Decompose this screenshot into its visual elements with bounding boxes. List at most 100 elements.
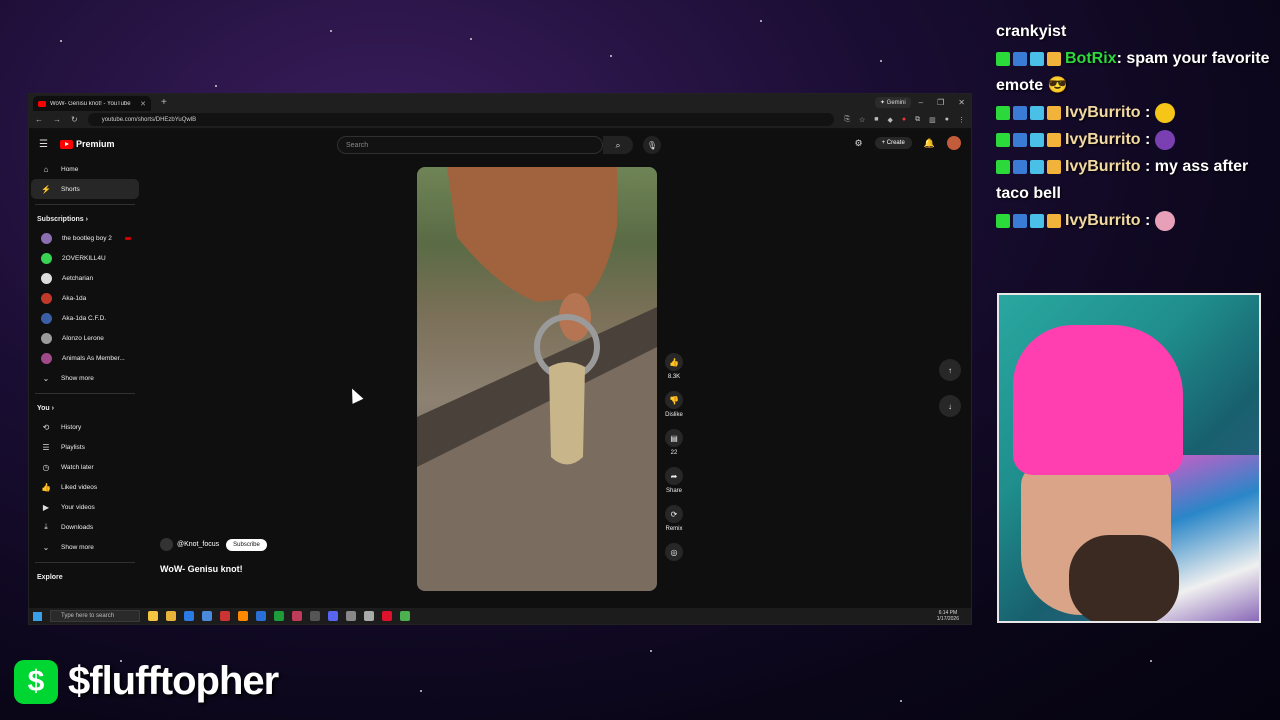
you-heading[interactable]: You › (29, 399, 141, 417)
youtube-logo[interactable]: Premium (59, 139, 114, 149)
copilot-icon[interactable] (148, 611, 158, 621)
channel-avatar[interactable] (160, 538, 173, 551)
sidebar-item-history[interactable]: ⟲ History (31, 417, 139, 437)
dislike-button[interactable]: 👎 (665, 391, 683, 409)
extension-icon[interactable]: ◆ (888, 116, 893, 124)
sidebar-item-label: the bootleg boy 2 (62, 234, 112, 242)
forward-icon[interactable]: → (53, 115, 61, 124)
create-button[interactable]: + Create (874, 137, 912, 149)
app-icon[interactable] (256, 611, 266, 621)
app-icon[interactable] (364, 611, 374, 621)
reload-icon[interactable]: ↻ (71, 115, 78, 124)
bookmark-star-icon[interactable]: ☆ (859, 116, 865, 124)
sidebar-item-watch-later[interactable]: ◷ Watch later (31, 457, 139, 477)
chat-badge-icon (996, 132, 1010, 147)
show-more-you[interactable]: ⌄ Show more (31, 537, 139, 557)
voice-search-button[interactable]: 🎙 (643, 136, 661, 154)
sidebar-subscription-item[interactable]: Animals As Member... (31, 348, 139, 368)
firefox-icon[interactable] (238, 611, 248, 621)
system-clock[interactable]: 6:14 PM 1/17/2026 (937, 610, 959, 622)
gemini-button[interactable]: ✦ Gemini (874, 97, 911, 108)
opera-icon[interactable] (382, 611, 392, 621)
store-icon[interactable] (202, 611, 212, 621)
chrome-icon[interactable] (400, 611, 410, 621)
extension-icon[interactable]: ● (902, 116, 906, 124)
sidebar-subscription-item[interactable]: Aetcharian (31, 268, 139, 288)
app-icon[interactable] (310, 611, 320, 621)
sidebar-subscription-item[interactable]: the bootleg boy 2 (31, 228, 139, 248)
short-title: WoW- Genisu knot! (160, 564, 243, 574)
notifications-bell-icon[interactable]: 🔔 (924, 138, 935, 149)
sidebar-item-label: Playlists (61, 443, 85, 451)
youtube-header: ☰ Premium Search ⌕ 🎙 ⚙ + Create 🔔 (29, 129, 971, 159)
new-tab-icon[interactable]: + (161, 97, 167, 108)
app-icon[interactable] (292, 611, 302, 621)
next-short-button[interactable]: ↓ (939, 395, 961, 417)
channel-sound-icon: ◎ (670, 547, 678, 557)
extensions-puzzle-icon[interactable]: ⧉ (915, 116, 920, 124)
previous-short-button[interactable]: ↑ (939, 359, 961, 381)
playlists-icon: ☰ (42, 442, 50, 452)
close-tab-icon[interactable]: ✕ (140, 100, 146, 108)
share-button[interactable]: ➦ (665, 467, 683, 485)
short-video-player[interactable] (417, 167, 657, 591)
windows-taskbar: Type here to search 6:14 PM 1/17/2026 (29, 608, 971, 624)
sidebar-item-label: 2OVERKILL4U (62, 254, 106, 262)
show-more-subscriptions[interactable]: ⌄ Show more (31, 368, 139, 388)
chat-badge-icon (1030, 132, 1044, 147)
chat-text: : (1140, 212, 1155, 229)
channel-handle[interactable]: @Knot_focus (177, 541, 219, 548)
chat-badge-icon (1013, 132, 1027, 147)
sidebar-item-home[interactable]: ⌂ Home (31, 159, 139, 179)
app-icon[interactable] (346, 611, 356, 621)
account-avatar[interactable] (947, 136, 961, 150)
search-button[interactable]: ⌕ (603, 136, 633, 154)
sound-avatar[interactable]: ◎ (665, 543, 683, 561)
like-button[interactable]: 👍 (665, 353, 683, 371)
comment-icon: ▤ (670, 433, 678, 443)
sidebar-item-playlists[interactable]: ☰ Playlists (31, 437, 139, 457)
comments-button[interactable]: ▤ (665, 429, 683, 447)
sidebar-item-your-videos[interactable]: ▶ Your videos (31, 497, 139, 517)
close-window-icon[interactable]: ✕ (958, 98, 965, 107)
extension-icon[interactable]: ■ (874, 116, 878, 124)
profile-icon[interactable]: ● (945, 116, 949, 124)
chat-badge-icon (1030, 51, 1044, 66)
restore-icon[interactable]: ❐ (937, 98, 944, 107)
sidebar-icon[interactable]: ▥ (929, 116, 936, 124)
discord-icon[interactable] (328, 611, 338, 621)
show-more-label: Show more (61, 374, 94, 382)
chat-message: IvyBurrito : (996, 99, 1280, 126)
subscribe-button[interactable]: Subscribe (226, 538, 267, 551)
sidebar-subscription-item[interactable]: Aka-1da C.F.D. (31, 308, 139, 328)
browser-tab[interactable]: WoW- Genisu knot! - YouTube ✕ (33, 96, 151, 111)
install-icon[interactable]: ⎘ (844, 116, 850, 124)
taskbar-search-input[interactable]: Type here to search (50, 610, 140, 622)
excel-icon[interactable] (274, 611, 284, 621)
url-field[interactable]: youtube.com/shorts/DHEzbYuQwlB (87, 113, 835, 126)
sidebar-item-label: Alonzo Lerone (62, 334, 104, 342)
back-icon[interactable]: ← (35, 115, 43, 124)
subscriptions-heading[interactable]: Subscriptions › (29, 210, 141, 228)
minimize-icon[interactable]: – (919, 98, 923, 107)
knot-video-frame (417, 167, 657, 591)
sidebar-subscription-item[interactable]: Alonzo Lerone (31, 328, 139, 348)
cast-icon[interactable]: ⚙ (855, 138, 863, 149)
divider (35, 204, 135, 205)
extension-icons: ⎘ ☆ ■ ◆ ● ⧉ ▥ ● ⋮ (844, 116, 965, 124)
windows-start-icon[interactable] (33, 611, 42, 621)
menu-kebab-icon[interactable]: ⋮ (958, 116, 965, 124)
chat-badge-icon (1047, 51, 1061, 66)
edge-icon[interactable] (184, 611, 194, 621)
file-explorer-icon[interactable] (166, 611, 176, 621)
remix-button[interactable]: ⟳ (665, 505, 683, 523)
subscriptions-heading-label: Subscriptions (37, 215, 84, 223)
sidebar-item-shorts[interactable]: ⚡ Shorts (31, 179, 139, 199)
hamburger-menu-icon[interactable]: ☰ (39, 139, 48, 150)
sidebar-item-downloads[interactable]: ⤓ Downloads (31, 517, 139, 537)
search-input[interactable]: Search (337, 136, 603, 154)
app-icon[interactable] (220, 611, 230, 621)
sidebar-subscription-item[interactable]: Aka-1da (31, 288, 139, 308)
sidebar-subscription-item[interactable]: 2OVERKILL4U (31, 248, 139, 268)
sidebar-item-liked-videos[interactable]: 👍 Liked videos (31, 477, 139, 497)
